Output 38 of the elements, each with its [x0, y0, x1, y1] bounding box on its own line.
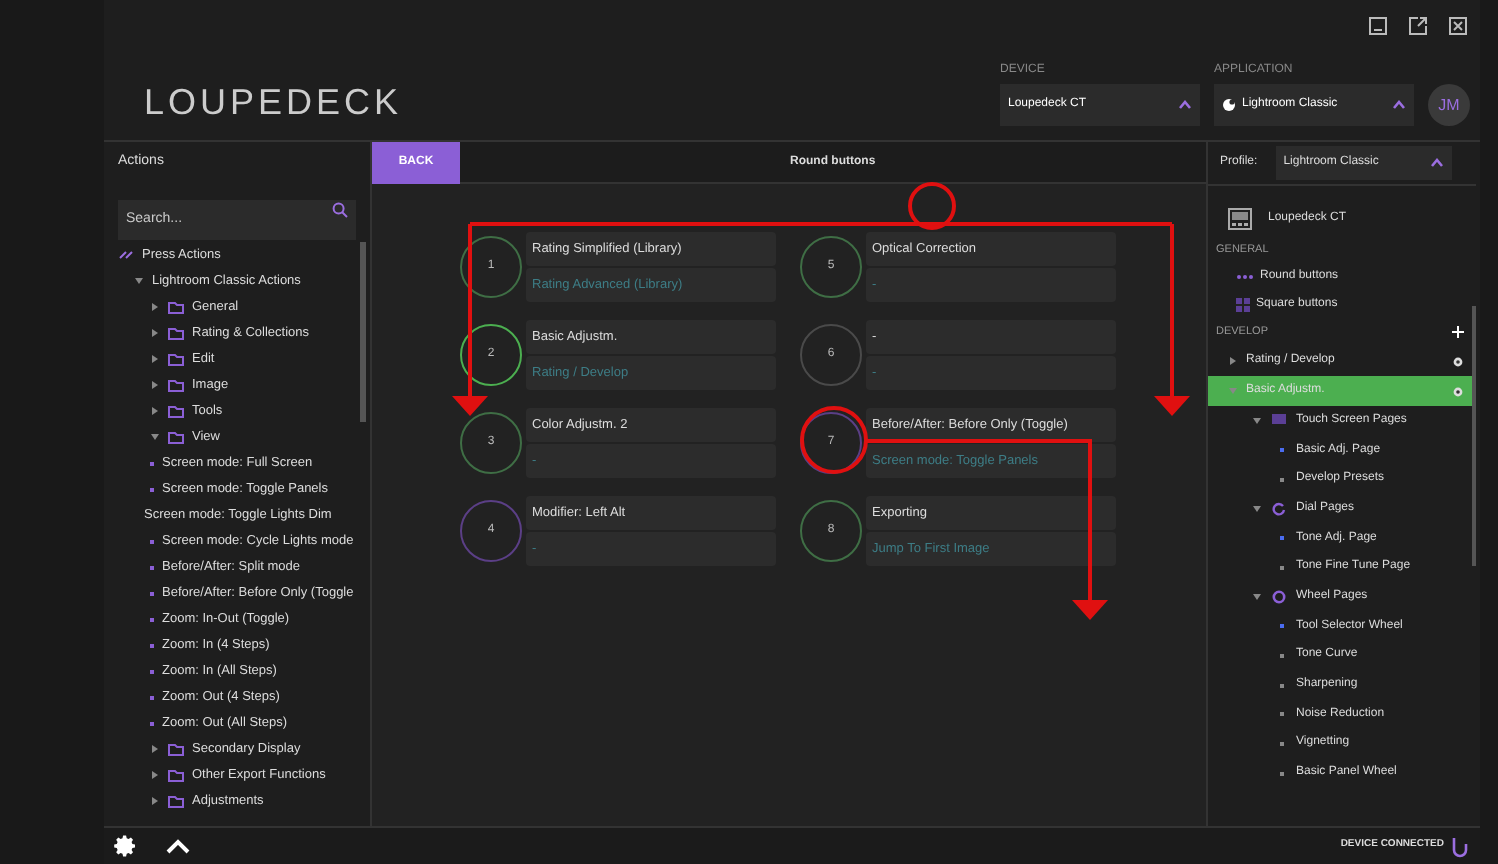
expand-arrow-icon[interactable] — [1228, 356, 1238, 366]
collapse-arrow-icon[interactable] — [134, 276, 144, 286]
search-icon — [332, 202, 348, 218]
expand-arrow-icon[interactable] — [150, 354, 160, 364]
collapse-arrow-icon[interactable] — [1252, 415, 1262, 426]
expand-arrow-icon[interactable] — [150, 796, 160, 806]
expand-arrow-icon[interactable] — [150, 770, 160, 780]
cable-icon — [1452, 835, 1468, 857]
collapse-arrow-icon[interactable] — [150, 432, 160, 442]
close-icon[interactable] — [1448, 16, 1468, 36]
app-icon — [1222, 98, 1236, 112]
collapse-arrow-icon[interactable] — [1252, 591, 1262, 602]
grid-icon — [1236, 297, 1250, 311]
expand-arrow-icon[interactable] — [150, 744, 160, 754]
minimize-icon[interactable] — [1368, 16, 1388, 36]
grid-icon — [1272, 413, 1286, 428]
settings-icon — [1452, 355, 1464, 367]
add-icon — [1452, 326, 1464, 338]
settings-icon — [1452, 385, 1464, 397]
expand-arrow-icon[interactable] — [150, 328, 160, 338]
ring-icon — [1272, 589, 1286, 604]
dial-icon — [1272, 501, 1286, 516]
caret-up-icon — [1392, 100, 1406, 110]
popout-icon[interactable] — [1408, 16, 1428, 36]
expand-arrow-icon[interactable] — [150, 302, 160, 312]
arrows-icon — [118, 250, 134, 260]
circle-annotation — [800, 406, 868, 474]
settings-icon[interactable] — [114, 834, 138, 858]
circle-annotation — [908, 182, 956, 230]
expand-arrow-icon[interactable] — [150, 380, 160, 390]
loupedeck-logo: LOUPEDECK — [144, 80, 403, 126]
caret-up-icon — [1429, 158, 1444, 168]
caret-up-icon[interactable] — [166, 838, 190, 854]
device-icon — [1228, 207, 1252, 229]
collapse-arrow-icon[interactable] — [1252, 503, 1262, 514]
expand-arrow-icon[interactable] — [150, 406, 160, 416]
dots-icon — [1236, 271, 1254, 281]
caret-up-icon — [1178, 100, 1192, 110]
